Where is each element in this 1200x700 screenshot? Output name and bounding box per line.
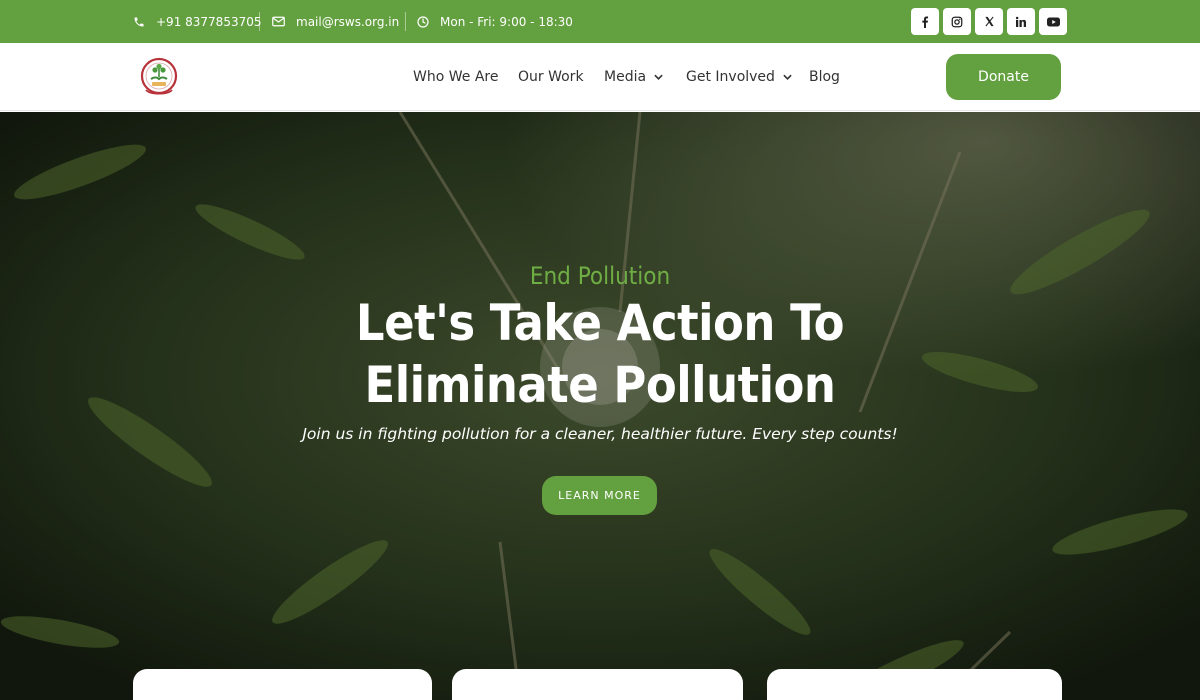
hero-eyebrow: End Pollution — [529, 262, 671, 290]
nav-label: Our Work — [518, 69, 584, 85]
hero-headline: Let's Take Action To Eliminate Pollution — [355, 294, 845, 414]
youtube-icon — [1046, 17, 1060, 26]
nav-our-work[interactable]: Our Work — [518, 43, 584, 111]
nav-get-involved[interactable]: Get Involved — [686, 43, 792, 111]
divider — [259, 12, 260, 31]
learn-more-button[interactable]: LEARN MORE — [542, 476, 657, 515]
x-link[interactable] — [975, 8, 1003, 35]
facebook-icon — [922, 16, 929, 28]
site-logo[interactable] — [138, 55, 180, 99]
linkedin-link[interactable] — [1007, 8, 1035, 35]
hours-text: Mon - Fri: 9:00 - 18:30 — [440, 14, 573, 29]
contact-email[interactable]: mail@rsws.org.in — [272, 0, 399, 43]
email-address: mail@rsws.org.in — [296, 14, 400, 29]
phone-icon — [134, 17, 144, 26]
contact-phone[interactable]: +91 8377853705 — [133, 0, 262, 43]
donate-button[interactable]: Donate — [946, 54, 1061, 100]
top-bar: +91 8377853705 mail@rsws.org.in Mon - Fr… — [0, 0, 1200, 43]
x-icon — [984, 16, 994, 27]
nav-label: Get Involved — [686, 69, 775, 85]
feature-card — [452, 669, 743, 700]
facebook-link[interactable] — [911, 8, 939, 35]
site-header: Who We Are Our Work Media Get Involved B… — [0, 43, 1200, 111]
instagram-link[interactable] — [943, 8, 971, 35]
nav-label: Blog — [809, 69, 840, 85]
hero-section: End Pollution Let's Take Action To Elimi… — [0, 112, 1200, 700]
nav-label: Media — [604, 69, 647, 85]
feature-card — [767, 669, 1062, 700]
hero-subtitle: Join us in fighting pollution for a clea… — [302, 425, 898, 443]
feature-card — [133, 669, 432, 700]
logo-emblem — [140, 57, 178, 95]
youtube-link[interactable] — [1039, 8, 1067, 35]
chevron-down-icon — [654, 74, 663, 80]
instagram-icon — [951, 16, 963, 27]
nav-who-we-are[interactable]: Who We Are — [413, 43, 498, 111]
nav-blog[interactable]: Blog — [809, 43, 840, 111]
opening-hours: Mon - Fri: 9:00 - 18:30 — [417, 0, 573, 43]
nav-label: Who We Are — [413, 69, 499, 85]
envelope-icon — [272, 16, 285, 27]
nav-media[interactable]: Media — [604, 43, 663, 111]
chevron-down-icon — [783, 74, 792, 80]
linkedin-icon — [1015, 16, 1026, 27]
clock-icon — [417, 15, 429, 28]
divider — [405, 12, 406, 31]
phone-number: +91 8377853705 — [156, 14, 262, 29]
